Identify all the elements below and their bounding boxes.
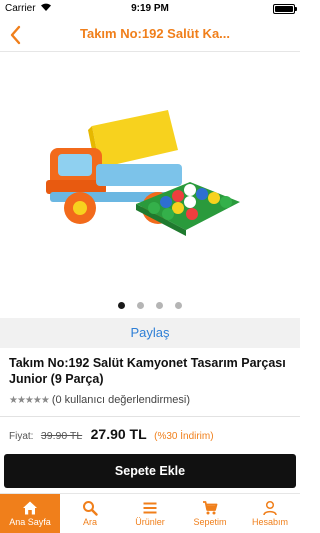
tab-cart[interactable]: Sepetim — [180, 494, 240, 533]
page-dot[interactable] — [175, 302, 182, 309]
tab-label: Ara — [82, 517, 97, 527]
menu-icon — [120, 499, 180, 516]
search-icon — [60, 499, 120, 516]
battery-icon — [273, 4, 297, 14]
share-button[interactable]: Paylaş — [0, 318, 300, 348]
gallery-page-indicator[interactable] — [0, 296, 300, 309]
tab-label: Sepetim — [193, 517, 227, 527]
page-dot[interactable] — [118, 302, 125, 309]
cart-icon — [180, 499, 240, 516]
rating-text: (0 kullanıcı değerlendirmesi) — [51, 394, 190, 406]
tab-bar: Ana Sayfa Ara Ürünler Sepetim Hesabım — [0, 493, 300, 533]
clock: 9:19 PM — [131, 3, 169, 14]
add-to-cart-button[interactable]: Sepete Ekle — [4, 454, 296, 488]
price-label: Fiyat: — [9, 431, 34, 442]
tab-search[interactable]: Ara — [60, 494, 120, 533]
tab-products[interactable]: Ürünler — [120, 494, 180, 533]
page-title: Takım No:192 Salüt Ka... — [79, 26, 231, 41]
chevron-left-icon — [10, 25, 21, 45]
home-icon — [0, 499, 60, 516]
page-dot[interactable] — [156, 302, 163, 309]
tab-label: Hesabım — [251, 517, 288, 527]
current-price: 27.90 TL — [90, 426, 147, 442]
divider — [0, 416, 300, 417]
user-icon — [240, 499, 300, 516]
status-bar: Carrier 9:19 PM — [0, 0, 300, 18]
product-title: Takım No:192 Salüt Kamyonet Tasarım Parç… — [9, 356, 286, 386]
tab-home[interactable]: Ana Sayfa — [0, 494, 60, 533]
tab-label: Ana Sayfa — [9, 517, 51, 527]
back-button[interactable] — [6, 23, 28, 47]
product-image — [46, 110, 240, 236]
navigation-bar: Takım No:192 Salüt Ka... — [0, 18, 300, 52]
share-label: Paylaş — [130, 325, 170, 340]
tab-label: Ürünler — [135, 517, 165, 527]
star-rating-icon: ★★★★★ — [9, 395, 50, 406]
discount-badge: (%30 İndirim) — [154, 431, 214, 442]
rating: ★★★★★ (0 kullanıcı değerlendirmesi) — [9, 394, 190, 408]
product-image-gallery[interactable] — [0, 53, 300, 290]
old-price: 39.90 TL — [40, 430, 83, 442]
tab-account[interactable]: Hesabım — [240, 494, 300, 533]
price-row: Fiyat: 39.90 TL 27.90 TL (%30 İndirim) — [9, 426, 214, 444]
page-dot[interactable] — [137, 302, 144, 309]
